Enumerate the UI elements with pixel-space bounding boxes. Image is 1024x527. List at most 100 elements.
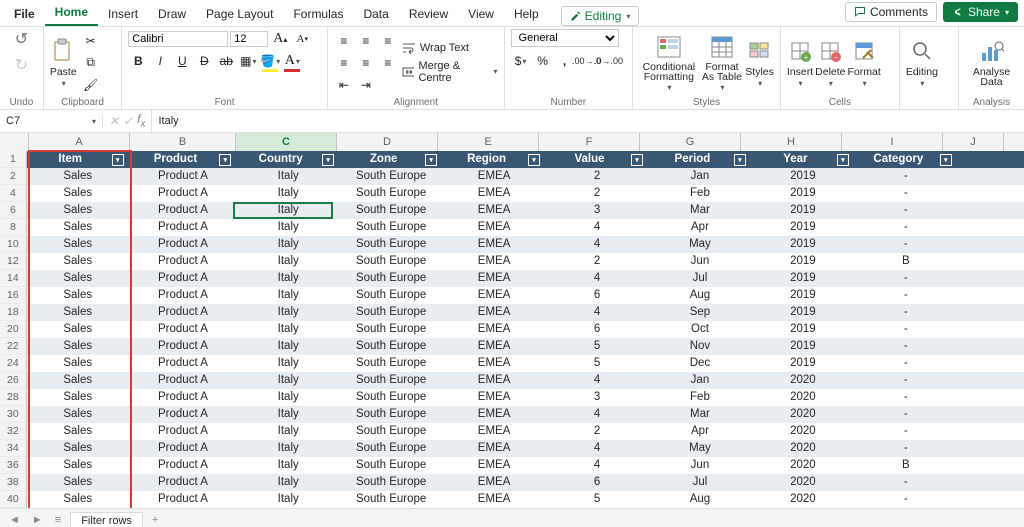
format-cells-button[interactable]: Format▾ <box>848 37 881 88</box>
cell[interactable]: 5 <box>546 338 649 355</box>
cell[interactable]: Sales <box>27 321 130 338</box>
cell[interactable]: South Europe <box>340 491 443 508</box>
cell[interactable] <box>958 389 1024 406</box>
table-header-cell[interactable]: Zone <box>340 151 443 168</box>
percent-button[interactable]: % <box>533 51 553 71</box>
font-name-select[interactable] <box>128 31 228 47</box>
cell[interactable]: 2 <box>546 168 649 185</box>
cell[interactable]: Italy <box>237 474 340 491</box>
cell[interactable]: Product A <box>130 406 238 423</box>
cell[interactable]: EMEA <box>443 304 546 321</box>
cell[interactable]: Mar <box>649 406 752 423</box>
cell[interactable]: - <box>855 236 958 253</box>
cell[interactable] <box>958 440 1024 457</box>
row-header[interactable]: 28 <box>0 389 27 406</box>
cell[interactable]: EMEA <box>443 236 546 253</box>
cell[interactable]: 2020 <box>752 423 855 440</box>
copy-button[interactable]: ⧉ <box>81 53 101 73</box>
cell[interactable] <box>958 151 1024 168</box>
cell[interactable]: 6 <box>546 287 649 304</box>
row-header[interactable]: 2 <box>0 168 27 185</box>
cell[interactable]: 2019 <box>752 253 855 270</box>
cell[interactable]: - <box>855 423 958 440</box>
table-header-cell[interactable]: Year <box>752 151 855 168</box>
cell[interactable]: Product A <box>130 321 238 338</box>
cell[interactable]: 2 <box>546 185 649 202</box>
row-header[interactable]: 4 <box>0 185 27 202</box>
cell[interactable]: - <box>855 287 958 304</box>
table-header-cell[interactable]: Product <box>130 151 238 168</box>
cell[interactable]: 2019 <box>752 168 855 185</box>
column-header-B[interactable]: B <box>130 133 236 151</box>
cell[interactable]: - <box>855 202 958 219</box>
column-header-F[interactable]: F <box>539 133 640 151</box>
row-header[interactable]: 26 <box>0 372 27 389</box>
cell[interactable]: Italy <box>237 372 340 389</box>
increase-font-button[interactable]: A▴ <box>270 29 290 49</box>
cell[interactable]: Sales <box>27 406 130 423</box>
cell[interactable]: - <box>855 440 958 457</box>
cell[interactable]: B <box>855 253 958 270</box>
editing-mode-button[interactable]: Editing ▾ <box>561 6 640 26</box>
cell[interactable] <box>958 457 1024 474</box>
cell[interactable]: - <box>855 355 958 372</box>
cell[interactable]: - <box>855 372 958 389</box>
cell[interactable] <box>958 270 1024 287</box>
row-header[interactable]: 40 <box>0 491 27 508</box>
comments-button[interactable]: Comments <box>845 2 937 22</box>
cell[interactable]: - <box>855 321 958 338</box>
cell[interactable]: Italy <box>237 321 340 338</box>
increase-indent-button[interactable]: ⇥ <box>356 75 376 95</box>
cell[interactable]: Italy <box>237 219 340 236</box>
cell[interactable]: Sales <box>27 287 130 304</box>
column-header-J[interactable]: J <box>943 133 1004 151</box>
cell[interactable]: EMEA <box>443 389 546 406</box>
cell[interactable]: Sales <box>27 219 130 236</box>
align-right-button[interactable]: ≡ <box>378 53 398 73</box>
cell[interactable]: B <box>855 457 958 474</box>
cell[interactable]: South Europe <box>340 287 443 304</box>
sheet-nav-next[interactable]: ► <box>29 514 46 526</box>
cell[interactable]: - <box>855 304 958 321</box>
number-format-select[interactable]: General <box>511 29 619 47</box>
cell[interactable]: Italy <box>237 440 340 457</box>
cell[interactable]: 2 <box>546 423 649 440</box>
cell[interactable] <box>958 219 1024 236</box>
filter-button[interactable] <box>425 154 437 166</box>
cell[interactable]: 2019 <box>752 321 855 338</box>
decrease-font-button[interactable]: A▾ <box>292 29 312 49</box>
cell[interactable]: - <box>855 491 958 508</box>
cell[interactable]: 2020 <box>752 440 855 457</box>
row-header[interactable]: 16 <box>0 287 27 304</box>
cell[interactable]: Jun <box>649 457 752 474</box>
cell[interactable]: Sales <box>27 440 130 457</box>
cell[interactable]: Italy <box>237 168 340 185</box>
cell[interactable]: Apr <box>649 423 752 440</box>
cell[interactable]: Feb <box>649 185 752 202</box>
tab-insert[interactable]: Insert <box>98 3 148 26</box>
cell[interactable]: Italy <box>237 287 340 304</box>
tab-page-layout[interactable]: Page Layout <box>196 3 283 26</box>
cell[interactable]: Sales <box>27 304 130 321</box>
cell[interactable]: 2020 <box>752 372 855 389</box>
align-top-button[interactable]: ≡ <box>334 31 354 51</box>
cell[interactable]: EMEA <box>443 491 546 508</box>
conditional-formatting-button[interactable]: Conditional Formatting▾ <box>639 33 699 92</box>
add-sheet-button[interactable]: + <box>149 514 161 526</box>
cell[interactable] <box>958 287 1024 304</box>
table-header-cell[interactable]: Country <box>237 151 340 168</box>
cell[interactable]: Italy <box>237 406 340 423</box>
cell[interactable]: Product A <box>130 270 238 287</box>
spreadsheet-grid[interactable]: ABCDEFGHIJ 1ItemProductCountryZoneRegion… <box>0 133 1024 508</box>
cell[interactable]: Italy <box>237 185 340 202</box>
cell[interactable]: South Europe <box>340 202 443 219</box>
cell[interactable]: 5 <box>546 355 649 372</box>
decrease-decimal-button[interactable]: .0→.00 <box>599 51 619 71</box>
paste-button[interactable]: Paste ▾ <box>50 37 77 88</box>
cell[interactable]: 2020 <box>752 491 855 508</box>
sheet-list-button[interactable]: ≡ <box>52 514 64 526</box>
tab-review[interactable]: Review <box>399 3 458 26</box>
cell[interactable] <box>958 185 1024 202</box>
row-header[interactable]: 34 <box>0 440 27 457</box>
cell[interactable]: - <box>855 219 958 236</box>
